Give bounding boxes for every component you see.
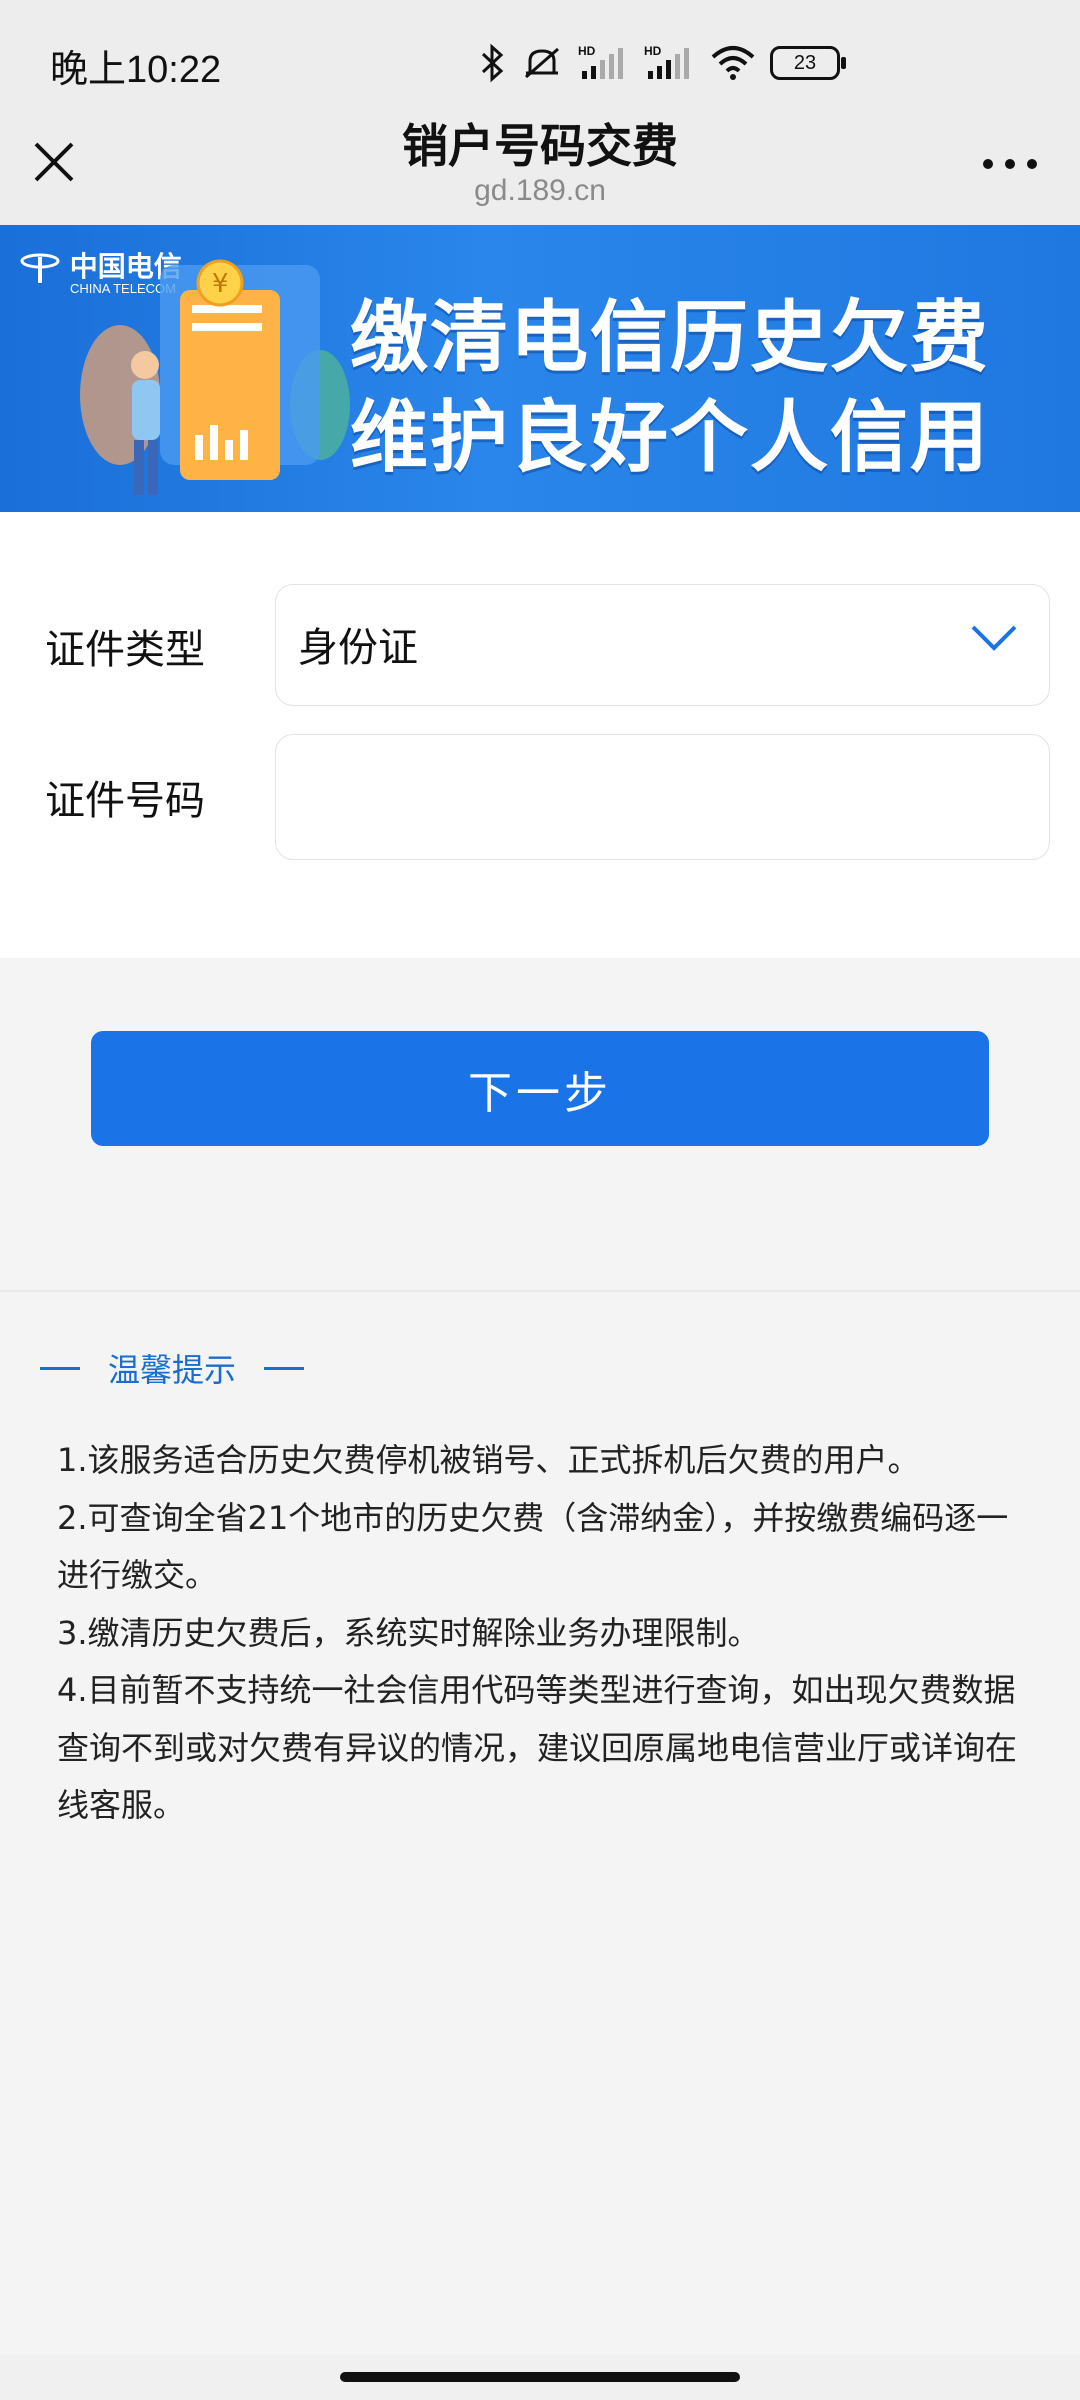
- battery-icon: 23: [770, 46, 846, 80]
- id-type-label: 证件类型: [45, 627, 205, 673]
- page-domain: gd.189.cn: [474, 174, 606, 207]
- tips-list: 1.该服务适合历史欠费停机被销号、正式拆机后欠费的用户。 2.可查询全省21个地…: [57, 1432, 1037, 1835]
- svg-text:HD: HD: [644, 44, 662, 58]
- tip-item-2: 2.可查询全省21个地市的历史欠费（含滞纳金），并按缴费编码逐一进行缴交。: [57, 1498, 1009, 1595]
- wifi-icon: [711, 46, 755, 80]
- svg-text:¥: ¥: [212, 269, 229, 299]
- banner-headline-2: 维护良好个人信用: [350, 393, 991, 483]
- tips-title: 温馨提示: [108, 1351, 237, 1389]
- query-form: 证件类型 身份证 证件号码: [0, 512, 1080, 958]
- tip-item-1: 1.该服务适合历史欠费停机被销号、正式拆机后欠费的用户。: [57, 1441, 920, 1479]
- id-type-value: 身份证: [298, 625, 418, 671]
- status-icons: HD HD 23: [480, 38, 846, 88]
- billing-illustration: ¥: [80, 259, 350, 495]
- mute-icon: [525, 47, 559, 79]
- id-number-input[interactable]: [275, 734, 1050, 860]
- banner-headline-1: 缴清电信历史欠费: [350, 293, 991, 383]
- signal-hd-icon: HD: [578, 44, 623, 79]
- tips-dash-left: [40, 1366, 80, 1370]
- chevron-down-icon: [971, 625, 1017, 651]
- tip-item-4: 4.目前暂不支持统一社会信用代码等类型进行查询，如出现欠费数据查询不到或对欠费有…: [57, 1671, 1018, 1824]
- status-time: 晚上10:22: [50, 49, 222, 91]
- next-button[interactable]: 下一步: [91, 1031, 989, 1146]
- promo-banner: 中国电信 CHINA TELECOM ¥ 缴清电信历史欠费 维护良好个人信用: [0, 225, 1080, 512]
- section-divider: [0, 1290, 1080, 1292]
- svg-text:HD: HD: [578, 44, 596, 58]
- tips-dash-right: [264, 1366, 305, 1370]
- home-indicator[interactable]: [340, 2372, 740, 2382]
- tips-heading: 温馨提示: [40, 1345, 305, 1391]
- id-type-select[interactable]: 身份证: [275, 584, 1050, 706]
- page-title: 销户号码交费: [402, 119, 678, 173]
- signal-hd-icon: HD: [644, 44, 689, 79]
- more-icon[interactable]: [980, 152, 1040, 176]
- nav-bar: 销户号码交费 gd.189.cn: [0, 100, 1080, 225]
- battery-level: 23: [793, 51, 817, 74]
- id-number-label: 证件号码: [45, 778, 205, 824]
- bluetooth-icon: [481, 43, 504, 83]
- tip-item-3: 3.缴清历史欠费后，系统实时解除业务办理限制。: [57, 1613, 760, 1652]
